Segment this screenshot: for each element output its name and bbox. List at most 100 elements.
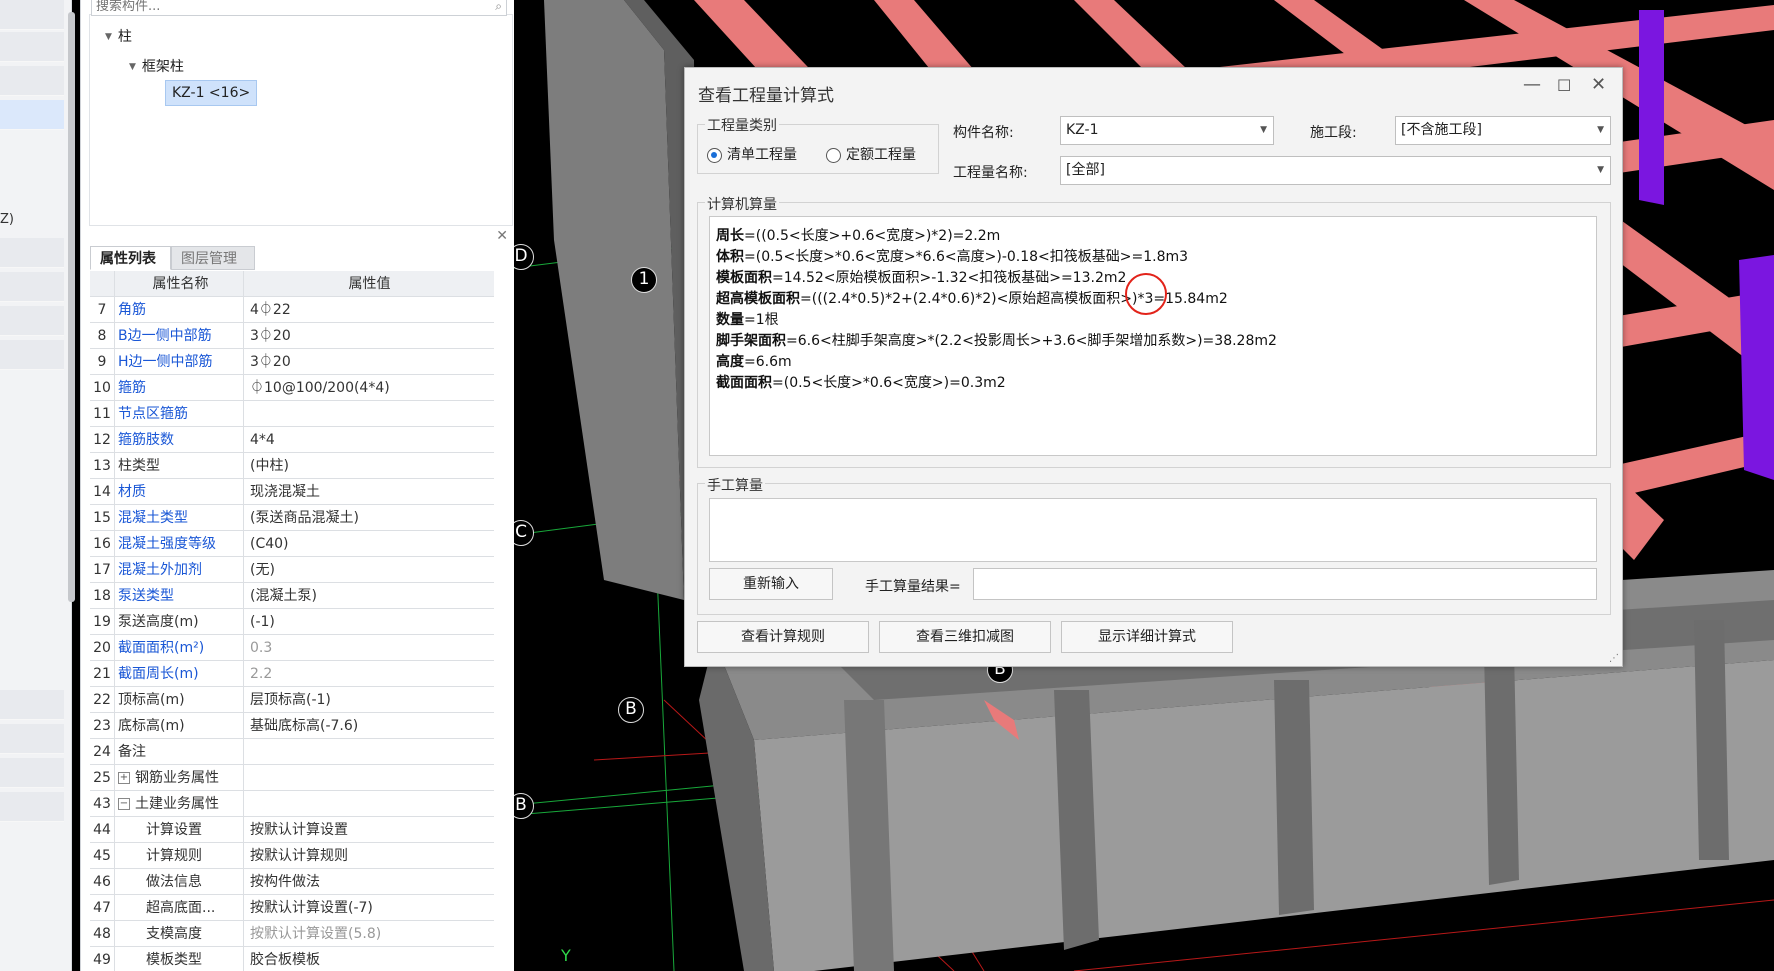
show-detailed-formula-button[interactable]: 显示详细计算式 (1061, 621, 1233, 653)
chevron-down-icon[interactable]: ▼ (1597, 157, 1604, 184)
view-3d-deduction-button[interactable]: 查看三维扣减图 (879, 621, 1051, 653)
manual-formula-input[interactable] (709, 498, 1597, 562)
property-row[interactable]: 46 做法信息 按构件做法 (90, 869, 494, 895)
expand-icon[interactable]: + (118, 772, 130, 784)
strip-button-selected[interactable] (0, 100, 64, 130)
row-number: 25 (90, 765, 115, 791)
property-row[interactable]: 20 截面面积(m²) 0.3 (90, 635, 494, 661)
property-value[interactable]: 层顶标高(-1) (245, 687, 331, 713)
strip-button[interactable] (0, 32, 64, 62)
calc-expr: =14.52<原始模板面积>-1.32<扣筏板基础>=13.2m2 (772, 270, 1127, 286)
tree-node-kz1[interactable]: KZ-1 <16> (165, 80, 258, 106)
property-value[interactable]: (无) (245, 557, 275, 583)
strip-button[interactable] (0, 724, 64, 754)
property-value[interactable]: 按默认计算设置 (245, 817, 348, 843)
property-value[interactable]: 胶合板模板 (245, 947, 320, 971)
expand-icon[interactable]: ▼ (105, 32, 112, 42)
property-row[interactable]: 17 混凝土外加剂 (无) (90, 557, 494, 583)
property-value[interactable]: (中柱) (245, 453, 289, 479)
property-value[interactable]: ⏀10@100/200(4*4) (245, 375, 390, 401)
property-value[interactable]: (泵送商品混凝土) (245, 505, 359, 531)
property-row[interactable]: 11 节点区箍筋 (90, 401, 494, 427)
tree-node-column[interactable]: ▼ 柱 (105, 26, 132, 46)
property-row[interactable]: 13 柱类型 (中柱) (90, 453, 494, 479)
property-value[interactable]: 3⏀20 (245, 349, 291, 375)
property-row[interactable]: 12 箍筋肢数 4*4 (90, 427, 494, 453)
collapse-icon[interactable]: − (118, 798, 130, 810)
strip-button[interactable] (0, 690, 64, 720)
property-value[interactable]: 0.3 (245, 635, 272, 661)
resize-grip-icon[interactable]: ⋰ (1609, 653, 1619, 664)
property-row[interactable]: 16 混凝土强度等级 (C40) (90, 531, 494, 557)
strip-button[interactable] (0, 340, 64, 370)
property-row[interactable]: 9 H边一侧中部筋 3⏀20 (90, 349, 494, 375)
calc-line-formwork: 模板面积=14.52<原始模板面积>-1.32<扣筏板基础>=13.2m2 (716, 267, 1126, 287)
strip-button[interactable] (0, 792, 64, 822)
reenter-button[interactable]: 重新输入 (709, 568, 833, 600)
property-value[interactable]: 按构件做法 (245, 869, 320, 895)
strip-button[interactable] (0, 66, 64, 96)
property-row[interactable]: 14 材质 现浇混凝土 (90, 479, 494, 505)
property-row[interactable]: 44 计算设置 按默认计算设置 (90, 817, 494, 843)
property-value[interactable]: 3⏀20 (245, 323, 291, 349)
strip-button[interactable] (0, 238, 64, 268)
stage-select[interactable]: [不含施工段] ▼ (1395, 116, 1611, 145)
radio-checked-icon[interactable] (707, 147, 722, 163)
property-row[interactable]: 48 支模高度 按默认计算设置(5.8) (90, 921, 494, 947)
property-value[interactable]: 4⏀22 (245, 297, 291, 323)
property-value[interactable]: 按默认计算规则 (245, 843, 348, 869)
property-row[interactable]: 8 B边一侧中部筋 3⏀20 (90, 323, 494, 349)
chevron-down-icon[interactable]: ▼ (1260, 117, 1267, 144)
tree-node-frame-column[interactable]: ▼ 框架柱 (129, 56, 184, 76)
radio-unchecked-icon[interactable] (826, 147, 841, 163)
strip-button[interactable] (0, 0, 64, 30)
search-icon[interactable]: ⌕ (495, 0, 502, 14)
component-select[interactable]: KZ-1 ▼ (1060, 116, 1274, 145)
property-value[interactable]: (混凝土泵) (245, 583, 317, 609)
property-row[interactable]: 7 角筋 4⏀22 (90, 297, 494, 323)
strip-button[interactable] (0, 758, 64, 788)
tab-property-list[interactable]: 属性列表 (90, 246, 171, 270)
property-row[interactable]: 21 截面周长(m) 2.2 (90, 661, 494, 687)
strip-button[interactable] (0, 306, 64, 336)
calc-line-volume: 体积=(0.5<长度>*0.6<宽度>*6.6<高度>)-0.18<扣筏板基础>… (716, 246, 1188, 266)
property-value[interactable]: 现浇混凝土 (245, 479, 320, 505)
minimize-icon[interactable]: — (1523, 74, 1541, 95)
property-value[interactable]: (-1) (245, 609, 275, 635)
property-value[interactable]: 基础底标高(-7.6) (245, 713, 358, 739)
component-name-label: 构件名称: (953, 125, 1014, 141)
strip-scrollbar[interactable] (68, 12, 75, 602)
search-input[interactable] (92, 0, 472, 15)
view-calc-rules-button[interactable]: 查看计算规则 (697, 621, 869, 653)
strip-button[interactable] (0, 272, 64, 302)
close-icon[interactable]: ✕ (496, 228, 508, 244)
calc-formula-box[interactable]: 周长=((0.5<长度>+0.6<宽度>)*2)=2.2m 体积=(0.5<长度… (709, 216, 1597, 456)
property-row[interactable]: 19 泵送高度(m) (-1) (90, 609, 494, 635)
tab-layer-management[interactable]: 图层管理 (171, 246, 255, 270)
property-row[interactable]: 47 超高底面... 按默认计算设置(-7) (90, 895, 494, 921)
close-icon[interactable]: ✕ (1591, 74, 1606, 95)
maximize-icon[interactable]: ☐ (1557, 76, 1571, 95)
property-row[interactable]: 15 混凝土类型 (泵送商品混凝土) (90, 505, 494, 531)
property-value[interactable]: 按默认计算设置(-7) (245, 895, 373, 921)
property-row[interactable]: 43− 土建业务属性 (90, 791, 494, 817)
radio-bill-qty[interactable]: 清单工程量 (707, 144, 797, 164)
radio-quota-qty[interactable]: 定额工程量 (826, 144, 916, 164)
property-row[interactable]: 24 备注 (90, 739, 494, 765)
property-row[interactable]: 18 泵送类型 (混凝土泵) (90, 583, 494, 609)
property-value[interactable]: 2.2 (245, 661, 272, 687)
property-row[interactable]: 10 箍筋 ⏀10@100/200(4*4) (90, 375, 494, 401)
property-row[interactable]: 49 模板类型 胶合板模板 (90, 947, 494, 971)
stage-label: 施工段: (1310, 125, 1357, 141)
property-row[interactable]: 23 底标高(m) 基础底标高(-7.6) (90, 713, 494, 739)
chevron-down-icon[interactable]: ▼ (1597, 117, 1604, 144)
manual-result-field[interactable] (973, 568, 1597, 600)
property-row[interactable]: 45 计算规则 按默认计算规则 (90, 843, 494, 869)
property-row[interactable]: 25 + 钢筋业务属性 (90, 765, 494, 791)
property-value[interactable]: (C40) (245, 531, 289, 557)
property-row[interactable]: 22 顶标高(m) 层顶标高(-1) (90, 687, 494, 713)
expand-icon[interactable]: ▼ (129, 62, 136, 72)
qty-name-select[interactable]: [全部] ▼ (1060, 156, 1611, 185)
property-value[interactable]: 4*4 (245, 427, 275, 453)
property-value[interactable]: 按默认计算设置(5.8) (245, 921, 381, 947)
